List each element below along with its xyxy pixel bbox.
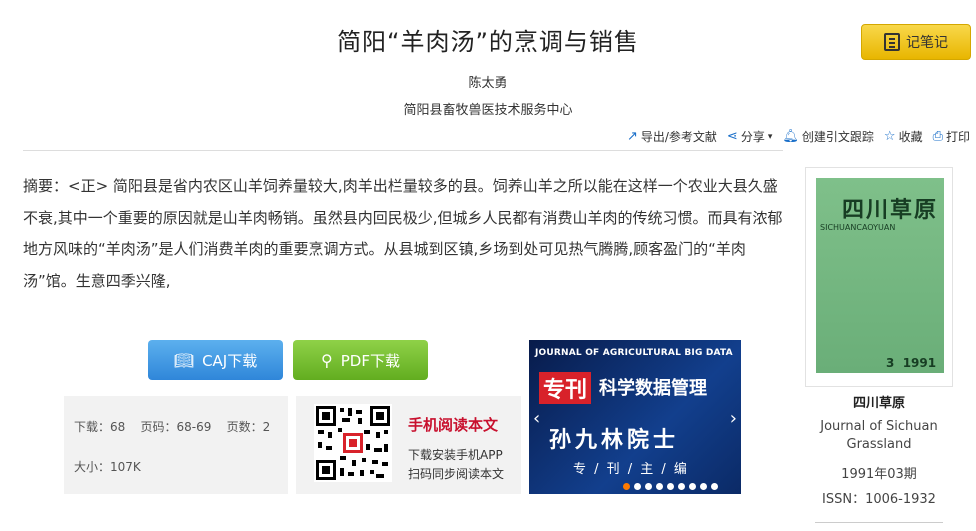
pdf-download-label: PDF下载 <box>340 351 400 370</box>
journal-issn: ISSN：1006-1932 <box>822 492 936 507</box>
cover-title: 四川草原 <box>842 198 939 223</box>
download-stats: 下载：68 页码：68-69 页数：2 大小：107K <box>64 396 288 494</box>
abstract-text: <正> 简阳县是省内农区山羊饲养量较大,肉羊出栏量较多的县。饲养山羊之所以能在这… <box>23 177 783 290</box>
carousel-dot[interactable] <box>689 483 696 490</box>
carousel-dot[interactable] <box>634 483 641 490</box>
print-button[interactable]: ⎙ 打印 <box>933 128 970 145</box>
export-label: 导出/参考文献 <box>640 130 717 144</box>
pdf-download-button[interactable]: ⚲ PDF下载 <box>293 340 428 380</box>
divider <box>23 150 783 151</box>
banner-editor-name: 孙九林院士 <box>549 428 680 453</box>
notebook-icon <box>884 33 900 51</box>
page-title: 简阳“羊肉汤”的烹调与销售 <box>337 28 639 56</box>
stats-line-1: 下载：68 页码：68-69 页数：2 <box>74 420 271 434</box>
citation-label: 创建引文跟踪 <box>801 130 874 144</box>
organization-link[interactable]: 简阳县畜牧兽医技术服务中心 <box>0 99 976 118</box>
journal-cover-card[interactable]: 四川草原 SICHUANCAOYUAN 3 1991 <box>805 167 953 387</box>
mobile-read-line-1: 下载安装手机APP <box>408 448 503 462</box>
promo-banner[interactable]: JOURNAL OF AGRICULTURAL BIG DATA 专刊 科学数据… <box>529 340 741 494</box>
print-label: 打印 <box>945 130 970 144</box>
carousel-dot[interactable] <box>711 483 718 490</box>
favorite-button[interactable]: ☆ 收藏 <box>884 128 923 145</box>
journal-name[interactable]: 四川草原 <box>805 392 953 411</box>
article-toolbar: ↗ 导出/参考文献 ⋖ 分享 ▾ 🔔︎ 创建引文跟踪 ☆ 收藏 ⎙ 打印 <box>627 128 970 145</box>
share-button[interactable]: ⋖ 分享 ▾ <box>727 128 772 145</box>
abstract-label: 摘要： <box>23 177 69 195</box>
carousel-dot[interactable] <box>623 483 630 490</box>
chevron-down-icon: ▾ <box>767 131 773 142</box>
carousel-dot[interactable] <box>700 483 707 490</box>
favorite-label: 收藏 <box>898 130 923 144</box>
share-label: 分享 <box>740 130 765 144</box>
caj-download-button[interactable]: 📖︎ CAJ下载 <box>148 340 283 380</box>
carousel-dot[interactable] <box>667 483 674 490</box>
citation-tracking-button[interactable]: 🔔︎ 创建引文跟踪 <box>782 128 874 145</box>
banner-topic: 科学数据管理 <box>599 378 707 399</box>
cover-subtitle: SICHUANCAOYUAN <box>820 223 896 232</box>
carousel-dots <box>623 483 718 490</box>
chevron-right-icon[interactable]: › <box>730 408 737 429</box>
caj-download-label: CAJ下载 <box>202 351 258 370</box>
carousel-dot[interactable] <box>678 483 685 490</box>
journal-cover-image[interactable]: 四川草原 SICHUANCAOYUAN 3 1991 <box>816 178 944 373</box>
export-icon: ↗ <box>626 129 638 144</box>
print-icon: ⎙ <box>932 129 943 144</box>
banner-journal-name: JOURNAL OF AGRICULTURAL BIG DATA <box>535 348 733 358</box>
journal-issue-date[interactable]: 1991年03期 <box>805 463 953 482</box>
author-link[interactable]: 陈太勇 <box>0 72 976 91</box>
abstract: 摘要：<正> 简阳县是省内农区山羊饲养量较大,肉羊出栏量较多的县。饲养山羊之所以… <box>23 171 791 297</box>
star-icon: ☆ <box>883 129 896 144</box>
carousel-dot[interactable] <box>656 483 663 490</box>
mobile-read-title: 手机阅读本文 <box>408 416 499 434</box>
chevron-left-icon[interactable]: ‹ <box>533 408 540 429</box>
mobile-read-panel: 手机阅读本文 下载安装手机APP 扫码同步阅读本文 <box>296 396 521 494</box>
pdf-icon: ⚲ <box>321 350 333 370</box>
qr-code[interactable] <box>314 404 392 482</box>
banner-editor-role: 专 / 刊 / 主 / 编 <box>573 462 689 477</box>
book-icon: 📖︎ <box>173 350 195 370</box>
cover-issue: 3 1991 <box>886 356 937 370</box>
export-button[interactable]: ↗ 导出/参考文献 <box>627 128 717 145</box>
divider <box>815 522 943 523</box>
stats-line-2: 大小：107K <box>74 460 141 474</box>
banner-tag: 专刊 <box>539 372 592 404</box>
mobile-read-line-2: 扫码同步阅读本文 <box>408 467 505 481</box>
note-button-label: 记笔记 <box>906 35 948 51</box>
carousel-dot[interactable] <box>645 483 652 490</box>
bell-icon: 🔔︎ <box>782 129 799 144</box>
note-button[interactable]: 记笔记 <box>861 24 971 60</box>
share-icon: ⋖ <box>726 129 738 144</box>
journal-name-en[interactable]: Journal of Sichuan Grassland <box>805 418 953 454</box>
